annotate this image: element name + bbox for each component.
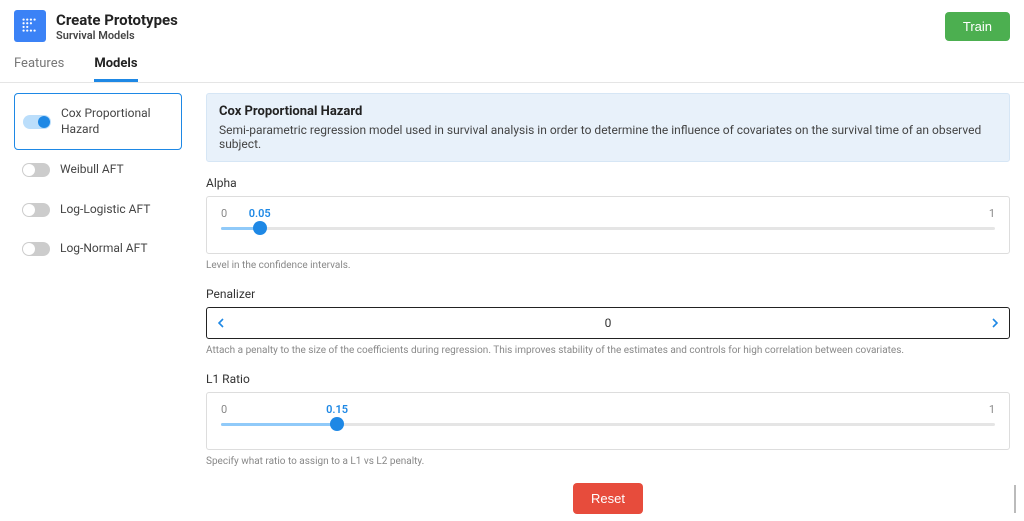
tab-features[interactable]: Features [14, 56, 64, 82]
param-penalizer: Penalizer 0 Attach a penalty to the size… [206, 287, 1010, 356]
models-sidebar: Cox Proportional Hazard Weibull AFT Log-… [14, 93, 182, 514]
toggle-lognormal[interactable] [22, 242, 50, 256]
alpha-help: Level in the confidence intervals. [206, 260, 1010, 271]
model-info-description: Semi-parametric regression model used in… [219, 123, 997, 151]
title-block: Create Prototypes Survival Models [56, 11, 945, 42]
penalizer-help: Attach a penalty to the size of the coef… [206, 345, 1010, 356]
param-penalizer-label: Penalizer [206, 287, 1010, 301]
alpha-thumb[interactable] [253, 221, 267, 235]
scrollbar-stub[interactable] [1014, 485, 1016, 513]
param-alpha-label: Alpha [206, 176, 1010, 190]
sidebar-item-label: Cox Proportional Hazard [61, 106, 173, 137]
sidebar-item-loglogistic[interactable]: Log-Logistic AFT [14, 190, 182, 230]
penalizer-value: 0 [235, 316, 981, 330]
chevron-right-icon [992, 318, 998, 328]
header: Create Prototypes Survival Models Train [0, 0, 1024, 50]
l1ratio-value: 0.15 [326, 403, 348, 416]
logo-dots-icon [19, 15, 41, 37]
l1ratio-slider[interactable]: 0 0.15 1 [206, 392, 1010, 450]
param-l1ratio-label: L1 Ratio [206, 372, 1010, 386]
sidebar-item-label: Weibull AFT [60, 162, 124, 178]
sidebar-item-cox[interactable]: Cox Proportional Hazard [14, 93, 182, 150]
toggle-cox[interactable] [23, 115, 51, 129]
l1ratio-max: 1 [989, 403, 995, 416]
sidebar-item-label: Log-Normal AFT [60, 241, 148, 257]
l1ratio-help: Specify what ratio to assign to a L1 vs … [206, 456, 1010, 467]
penalizer-increment[interactable] [981, 308, 1009, 338]
sidebar-item-lognormal[interactable]: Log-Normal AFT [14, 229, 182, 269]
param-alpha: Alpha 0 0.05 1 Level in the confidence i… [206, 176, 1010, 271]
slider-fill [221, 423, 337, 426]
toggle-loglogistic[interactable] [22, 203, 50, 217]
alpha-value: 0.05 [249, 207, 271, 220]
tab-models[interactable]: Models [94, 56, 137, 82]
app-logo-icon [14, 10, 46, 42]
alpha-slider[interactable]: 0 0.05 1 [206, 196, 1010, 254]
main-panel: Cox Proportional Hazard Semi-parametric … [206, 93, 1010, 514]
model-info-box: Cox Proportional Hazard Semi-parametric … [206, 93, 1010, 162]
chevron-left-icon [218, 318, 224, 328]
penalizer-stepper[interactable]: 0 [206, 307, 1010, 339]
l1ratio-min: 0 [221, 403, 227, 416]
l1ratio-thumb[interactable] [330, 417, 344, 431]
sidebar-item-weibull[interactable]: Weibull AFT [14, 150, 182, 190]
train-button[interactable]: Train [945, 12, 1010, 41]
slider-track [221, 227, 995, 230]
page-title: Create Prototypes [56, 11, 945, 29]
tabs: Features Models [0, 50, 1024, 83]
param-l1ratio: L1 Ratio 0 0.15 1 Specify what ratio to … [206, 372, 1010, 467]
reset-button[interactable]: Reset [573, 483, 643, 514]
model-info-title: Cox Proportional Hazard [219, 104, 997, 119]
page-subtitle: Survival Models [56, 29, 945, 42]
sidebar-item-label: Log-Logistic AFT [60, 202, 150, 218]
alpha-min: 0 [221, 207, 227, 220]
penalizer-decrement[interactable] [207, 308, 235, 338]
alpha-max: 1 [989, 207, 995, 220]
toggle-weibull[interactable] [22, 163, 50, 177]
